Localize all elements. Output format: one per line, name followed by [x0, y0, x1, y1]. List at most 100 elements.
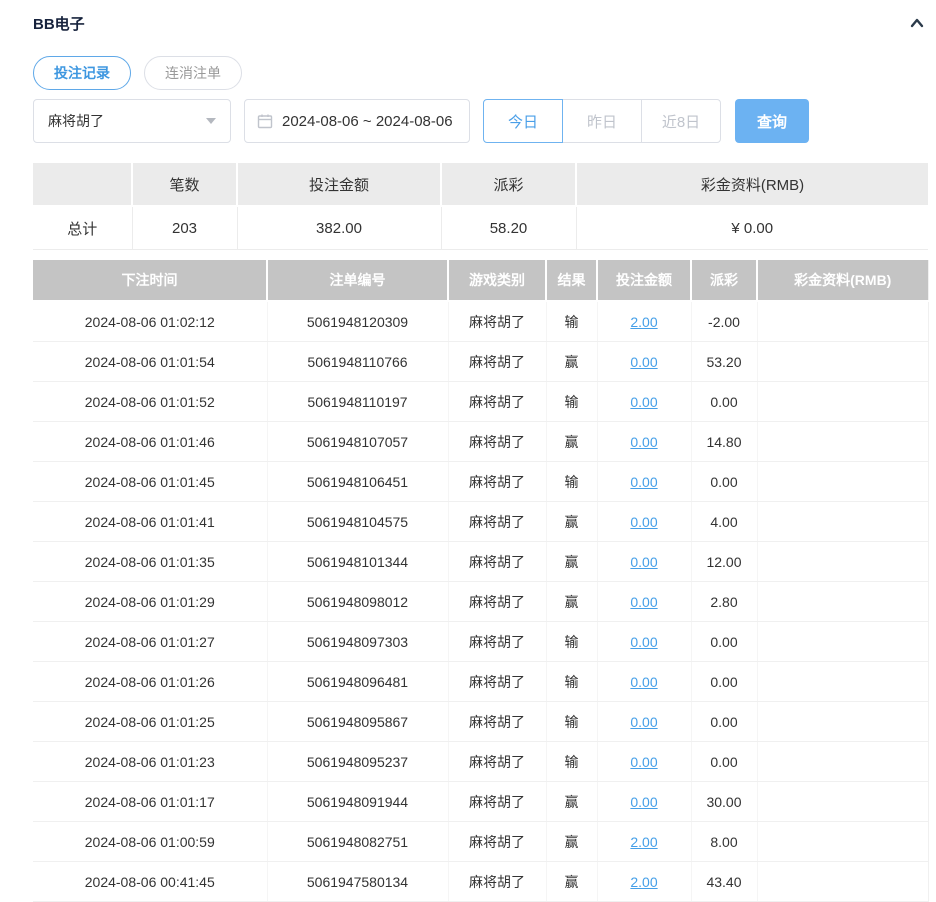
bet-amount-link[interactable]: 0.00	[630, 554, 657, 570]
summary-total-bet: 382.00	[237, 206, 442, 250]
tab-betting-records[interactable]: 投注记录	[33, 56, 131, 90]
cell-game-type: 麻将胡了	[448, 781, 547, 822]
bet-amount-link[interactable]: 0.00	[630, 474, 657, 490]
cell-payout: -2.00	[691, 301, 758, 342]
summary-total-row: 总计 203 382.00 58.20 ¥ 0.00	[33, 206, 928, 250]
tab-label: 投注记录	[54, 65, 110, 81]
summary-header-count: 笔数	[131, 163, 238, 207]
bet-amount-link[interactable]: 2.00	[630, 834, 657, 850]
cell-order-number: 5061948110197	[267, 381, 449, 422]
game-type-selected-value: 麻将胡了	[48, 113, 104, 129]
filter-bar: 麻将胡了 2024-08-06 ~ 2024-08-06 今日 昨日 近8日 查…	[33, 99, 928, 143]
table-row: 2024-08-06 01:01:25 5061948095867 麻将胡了输 0.0…	[33, 701, 928, 742]
cell-order-number: 5061948095237	[267, 741, 449, 782]
tab-label: 连消注单	[165, 65, 221, 81]
summary-header-payout: 派彩	[440, 163, 577, 207]
bet-amount-link[interactable]: 0.00	[630, 514, 657, 530]
table-row: 2024-08-06 01:01:29 5061948098012 麻将胡了赢 0.0…	[33, 581, 928, 622]
chevron-down-icon	[206, 118, 216, 124]
bet-amount-link[interactable]: 2.00	[630, 874, 657, 890]
column-header-game-type: 游戏类别	[447, 260, 547, 302]
tab-cancelled-orders[interactable]: 连消注单	[144, 56, 242, 90]
search-button[interactable]: 查询	[735, 99, 809, 143]
table-row: 2024-08-06 01:01:46 5061948107057 麻将胡了赢 0.0…	[33, 421, 928, 462]
cell-game-type: 麻将胡了	[448, 461, 547, 502]
bet-amount-link[interactable]: 0.00	[630, 594, 657, 610]
summary-header-blank	[33, 163, 133, 207]
last-8-days-button[interactable]: 近8日	[641, 99, 721, 143]
cell-result: 输	[546, 621, 598, 662]
cell-game-type: 麻将胡了	[448, 621, 547, 662]
date-range-picker[interactable]: 2024-08-06 ~ 2024-08-06	[244, 99, 470, 143]
cell-game-type: 麻将胡了	[448, 701, 547, 742]
today-button[interactable]: 今日	[483, 99, 563, 143]
cell-bonus	[757, 621, 928, 662]
cell-bet-amount: 0.00	[597, 741, 692, 782]
column-header-bet-amount: 投注金额	[596, 260, 692, 302]
cell-payout: 8.00	[691, 821, 758, 862]
cell-order-number: 5061947580134	[267, 861, 449, 902]
cell-bet-amount: 0.00	[597, 421, 692, 462]
cell-order-number: 5061948101344	[267, 541, 449, 582]
summary-header-bonus: 彩金资料(RMB)	[575, 163, 928, 207]
cell-game-type: 麻将胡了	[448, 301, 547, 342]
table-row: 2024-08-06 01:01:45 5061948106451 麻将胡了输 0.0…	[33, 461, 928, 502]
summary-total-bonus: ¥ 0.00	[576, 206, 928, 250]
table-row: 2024-08-06 01:01:23 5061948095237 麻将胡了输 0.0…	[33, 741, 928, 782]
cell-order-number: 5061948091944	[267, 781, 449, 822]
cell-bet-time: 2024-08-06 01:00:59	[33, 821, 268, 862]
cell-bet-amount: 0.00	[597, 781, 692, 822]
cell-game-type: 麻将胡了	[448, 861, 547, 902]
cell-order-number: 5061948097303	[267, 621, 449, 662]
cell-order-number: 5061948107057	[267, 421, 449, 462]
bet-amount-link[interactable]: 0.00	[630, 354, 657, 370]
bet-amount-link[interactable]: 0.00	[630, 674, 657, 690]
cell-order-number: 5061948104575	[267, 501, 449, 542]
cell-result: 输	[546, 381, 598, 422]
cell-result: 赢	[546, 541, 598, 582]
cell-payout: 0.00	[691, 741, 758, 782]
cell-result: 输	[546, 301, 598, 342]
bet-amount-link[interactable]: 0.00	[630, 714, 657, 730]
cell-bet-time: 2024-08-06 01:01:29	[33, 581, 268, 622]
cell-result: 输	[546, 741, 598, 782]
bet-amount-link[interactable]: 0.00	[630, 754, 657, 770]
cell-result: 赢	[546, 581, 598, 622]
cell-bet-time: 2024-08-06 01:01:45	[33, 461, 268, 502]
cell-bet-amount: 0.00	[597, 341, 692, 382]
record-tabs: 投注记录 连消注单	[33, 56, 928, 90]
cell-payout: 43.40	[691, 861, 758, 902]
yesterday-button[interactable]: 昨日	[562, 99, 642, 143]
cell-game-type: 麻将胡了	[448, 581, 547, 622]
cell-game-type: 麻将胡了	[448, 381, 547, 422]
quick-date-button-group: 今日 昨日 近8日	[483, 99, 721, 143]
cell-result: 赢	[546, 341, 598, 382]
summary-total-label: 总计	[33, 206, 133, 250]
column-header-payout: 派彩	[690, 260, 758, 302]
bet-amount-link[interactable]: 0.00	[630, 634, 657, 650]
cell-result: 赢	[546, 781, 598, 822]
cell-order-number: 5061948095867	[267, 701, 449, 742]
bet-amount-link[interactable]: 0.00	[630, 394, 657, 410]
cell-bet-amount: 2.00	[597, 861, 692, 902]
cell-result: 输	[546, 461, 598, 502]
cell-bet-amount: 0.00	[597, 461, 692, 502]
cell-bet-amount: 0.00	[597, 621, 692, 662]
table-row: 2024-08-06 01:01:27 5061948097303 麻将胡了输 0.0…	[33, 621, 928, 662]
cell-bet-time: 2024-08-06 01:01:54	[33, 341, 268, 382]
table-row: 2024-08-06 01:01:54 5061948110766 麻将胡了赢 0.0…	[33, 341, 928, 382]
game-type-select[interactable]: 麻将胡了	[33, 99, 231, 143]
bet-amount-link[interactable]: 0.00	[630, 434, 657, 450]
cell-bet-amount: 0.00	[597, 581, 692, 622]
bet-records-table: 下注时间 注单编号 游戏类别 结果 投注金额 派彩 彩金资料(RMB) 2024-08-06…	[33, 260, 929, 902]
calendar-icon	[257, 113, 273, 129]
cell-bonus	[757, 781, 928, 822]
table-row: 2024-08-06 00:41:45 5061947580134 麻将胡了赢 2.0…	[33, 861, 928, 902]
column-header-bet-time: 下注时间	[33, 260, 268, 302]
cell-bonus	[757, 741, 928, 782]
collapse-panel-button[interactable]	[906, 12, 928, 34]
cell-payout: 12.00	[691, 541, 758, 582]
bet-amount-link[interactable]: 0.00	[630, 794, 657, 810]
bet-amount-link[interactable]: 2.00	[630, 314, 657, 330]
cell-game-type: 麻将胡了	[448, 421, 547, 462]
